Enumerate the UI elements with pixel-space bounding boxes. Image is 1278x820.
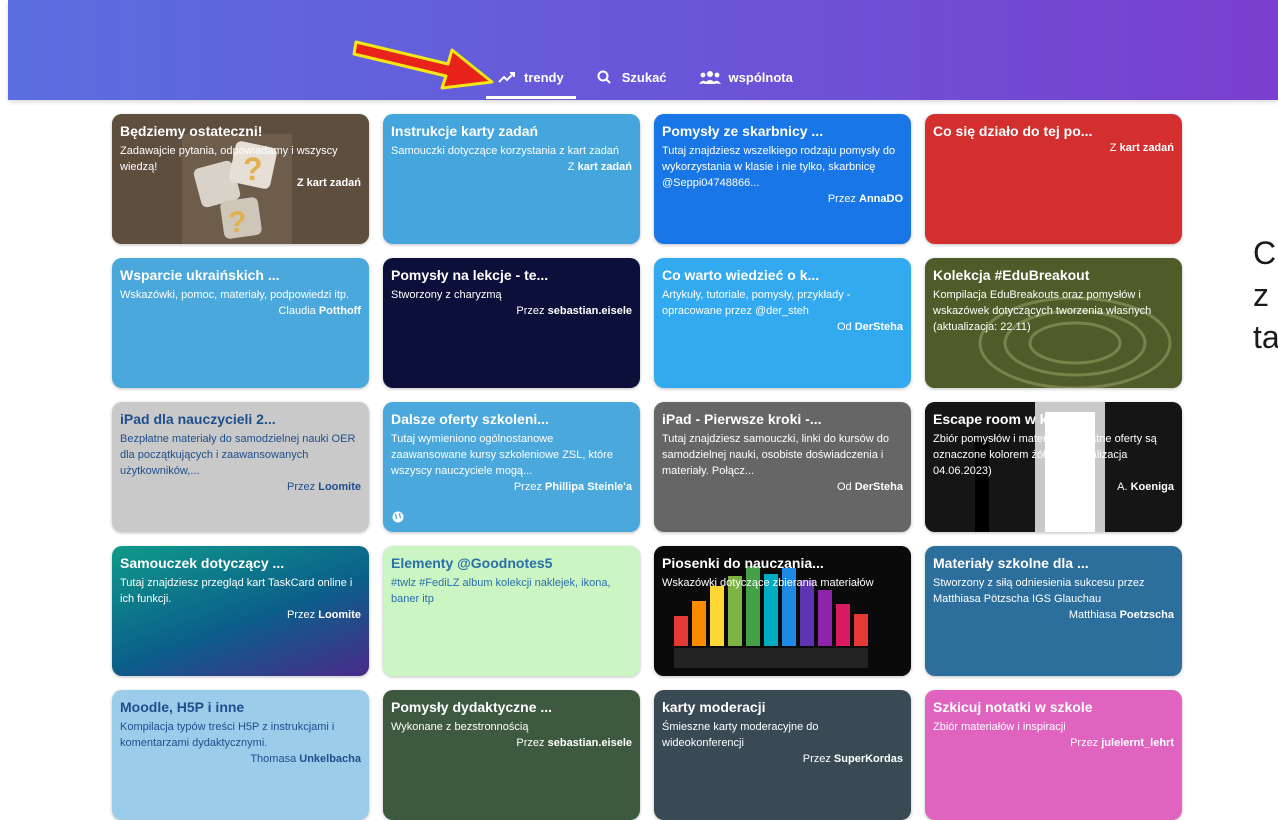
card-escape-room[interactable]: Escape room w klasie Zbiór pomysłów i ma… bbox=[925, 402, 1182, 532]
card-karty-moderacji[interactable]: karty moderacji Śmieszne karty moderacyj… bbox=[654, 690, 911, 820]
card-samouczek-dotyczacy[interactable]: Samouczek dotyczący ... Tutaj znajdziesz… bbox=[112, 546, 369, 676]
card-author: Od DerSteha bbox=[836, 481, 903, 493]
card-description: Wskazówki, pomoc, materiały, podpowiedzi… bbox=[120, 289, 350, 301]
card-description: #twlz #FediLZ album kolekcji naklejek, i… bbox=[391, 577, 611, 605]
card-description: Kompilacja typów treści H5P z instrukcja… bbox=[120, 721, 335, 749]
card-author: Przez Phillipa Steinle'a bbox=[513, 481, 632, 493]
card-instrukcje-karty-zadan[interactable]: Instrukcje karty zadań Samouczki dotyczą… bbox=[383, 114, 640, 244]
card-description: Samouczki dotyczące korzystania z kart z… bbox=[391, 145, 620, 157]
card-description: Zadawajcie pytania, odpowiadamy i wszysc… bbox=[120, 145, 338, 173]
card-bedziemy-ostateczni[interactable]: ? ? Będziemy ostateczni! Zadawajcie pyta… bbox=[112, 114, 369, 244]
card-description: Stworzony z siłą odniesienia sukcesu prz… bbox=[933, 577, 1145, 605]
card-elementy-goodnotes[interactable]: Elementy @Goodnotes5 #twlz #FediLZ album… bbox=[383, 546, 640, 676]
card-title: Będziemy ostateczni! bbox=[120, 123, 263, 139]
card-grid: ? ? Będziemy ostateczni! Zadawajcie pyta… bbox=[112, 114, 1182, 820]
card-kolekcja-edubreakout[interactable]: Kolekcja #EduBreakout Kompilacja EduBrea… bbox=[925, 258, 1182, 388]
card-title: Kolekcja #EduBreakout bbox=[933, 267, 1090, 283]
card-pomysly-na-lekcje[interactable]: Pomysły na lekcje - te... Stworzony z ch… bbox=[383, 258, 640, 388]
card-description: Kompilacja EduBreakouts oraz pomysłów i … bbox=[933, 289, 1152, 333]
card-title: Moodle, H5P i inne bbox=[120, 699, 245, 715]
tab-search[interactable]: Szukać bbox=[584, 62, 679, 92]
card-szkicuj-notatki[interactable]: Szkicuj notatki w szkole Zbiór materiałó… bbox=[925, 690, 1182, 820]
card-title: Instrukcje karty zadań bbox=[391, 123, 539, 139]
card-ipad-dla-nauczycieli[interactable]: iPad dla nauczycieli 2... Bezpłatne mate… bbox=[112, 402, 369, 532]
card-description: Tutaj znajdziesz przegląd kart TaskCard … bbox=[120, 577, 353, 605]
card-materialy-szkolne[interactable]: Materiały szkolne dla ... Stworzony z si… bbox=[925, 546, 1182, 676]
trending-up-icon bbox=[498, 72, 515, 83]
card-description: Wskazówki dotyczące zbierania materiałów bbox=[662, 577, 874, 589]
search-icon bbox=[597, 70, 611, 84]
card-title: Escape room w klasie bbox=[933, 411, 1079, 427]
card-co-sie-dzialo[interactable]: Co się działo do tej po... Z kart zadań bbox=[925, 114, 1182, 244]
side-text-line: z bbox=[1253, 277, 1269, 313]
card-title: Materiały szkolne dla ... bbox=[933, 555, 1089, 571]
card-co-warto-wiedziec[interactable]: Co warto wiedzieć o k... Artykuły, tutor… bbox=[654, 258, 911, 388]
red-arrow-annotation bbox=[352, 40, 494, 90]
tab-trendy-label: trendy bbox=[524, 69, 564, 85]
card-author: Przez SuperKordas bbox=[802, 753, 903, 765]
card-description: Bezpłatne materiały do samodzielnej nauk… bbox=[120, 433, 356, 477]
main-nav: trendy Szukać wspólnota bbox=[486, 62, 813, 100]
cropped-side-text: C z ta bbox=[1253, 232, 1278, 358]
card-author: Claudia Potthoff bbox=[278, 305, 361, 317]
card-author: Od DerSteha bbox=[836, 321, 903, 333]
community-icon bbox=[698, 71, 721, 84]
svg-text:?: ? bbox=[228, 206, 246, 239]
card-title: Co warto wiedzieć o k... bbox=[662, 267, 820, 283]
card-ipad-pierwsze-kroki[interactable]: iPad - Pierwsze kroki -... Tutaj znajdzi… bbox=[654, 402, 911, 532]
card-description: Wykonane z bezstronnością bbox=[391, 721, 529, 733]
card-title: iPad - Pierwsze kroki -... bbox=[662, 411, 822, 427]
card-description: Artykuły, tutoriale, pomysły, przykłady … bbox=[662, 289, 851, 317]
card-pomysly-ze-skarbnicy[interactable]: Pomysły ze skarbnicy ... Tutaj znajdzies… bbox=[654, 114, 911, 244]
card-title: Elementy @Goodnotes5 bbox=[391, 555, 553, 571]
card-description: Śmieszne karty moderacyjne do wideokonfe… bbox=[662, 721, 819, 749]
card-description: Zbiór materiałów i inspiracji bbox=[933, 721, 1066, 733]
card-wsparcie-ukrainskich[interactable]: Wsparcie ukraińskich ... Wskazówki, pomo… bbox=[112, 258, 369, 388]
card-description: Zbiór pomysłów i materiałów - płatne ofe… bbox=[933, 433, 1157, 477]
card-author: Przez Loomite bbox=[287, 481, 361, 493]
card-description: Tutaj znajdziesz samouczki, linki do kur… bbox=[662, 433, 890, 477]
card-author: Przez sebastian.eisele bbox=[516, 305, 632, 317]
card-author: Z kart zadań bbox=[1109, 142, 1174, 154]
card-author: Przez julelernt_lehrt bbox=[1070, 737, 1174, 749]
card-title: iPad dla nauczycieli 2... bbox=[120, 411, 276, 427]
tab-search-label: Szukać bbox=[621, 69, 667, 85]
card-author: Przez sebastian.eisele bbox=[516, 737, 632, 749]
card-author: Matthiasa Poetzscha bbox=[1068, 609, 1174, 621]
card-author: Z kart zadań bbox=[296, 177, 361, 189]
card-title: Pomysły dydaktyczne ... bbox=[391, 699, 553, 715]
card-author: A. Koeniga bbox=[1117, 481, 1174, 493]
card-moodle-h5p[interactable]: Moodle, H5P i inne Kompilacja typów treś… bbox=[112, 690, 369, 820]
card-dalsze-oferty-szkolen[interactable]: Dalsze oferty szkoleni... Tutaj wymienio… bbox=[383, 402, 640, 532]
card-author: Przez AnnaDO bbox=[827, 193, 903, 205]
card-title: Piosenki do nauczania... bbox=[662, 555, 824, 571]
top-navigation-bar: trendy Szukać wspólnota bbox=[8, 0, 1278, 100]
side-text-line: C bbox=[1253, 235, 1277, 271]
card-author: Z kart zadań bbox=[567, 161, 632, 173]
tab-trendy[interactable]: trendy bbox=[486, 62, 576, 99]
card-description: Stworzony z charyzmą bbox=[391, 289, 502, 301]
card-description: Tutaj znajdziesz wszelkiego rodzaju pomy… bbox=[662, 145, 896, 189]
card-title: Wsparcie ukraińskich ... bbox=[120, 267, 280, 283]
card-pomysly-dydaktyczne[interactable]: Pomysły dydaktyczne ... Wykonane z bezst… bbox=[383, 690, 640, 820]
tab-community[interactable]: wspólnota bbox=[687, 62, 805, 92]
card-description: Tutaj wymieniono ogólnostanowe zaawansow… bbox=[391, 433, 613, 477]
card-title: Pomysły na lekcje - te... bbox=[391, 267, 549, 283]
globe-icon bbox=[392, 511, 404, 523]
card-title: Dalsze oferty szkoleni... bbox=[391, 411, 549, 427]
tab-community-label: wspólnota bbox=[728, 69, 793, 85]
card-title: karty moderacji bbox=[662, 699, 766, 715]
card-title: Szkicuj notatki w szkole bbox=[933, 699, 1093, 715]
card-author: Przez Loomite bbox=[287, 609, 361, 621]
card-title: Samouczek dotyczący ... bbox=[120, 555, 285, 571]
card-piosenki-do-nauczania[interactable]: Piosenki do nauczania... Wskazówki dotyc… bbox=[654, 546, 911, 676]
card-title: Pomysły ze skarbnicy ... bbox=[662, 123, 824, 139]
card-title: Co się działo do tej po... bbox=[933, 123, 1093, 139]
side-text-line: ta bbox=[1253, 319, 1278, 355]
card-author: Thomasa Unkelbacha bbox=[250, 753, 361, 765]
